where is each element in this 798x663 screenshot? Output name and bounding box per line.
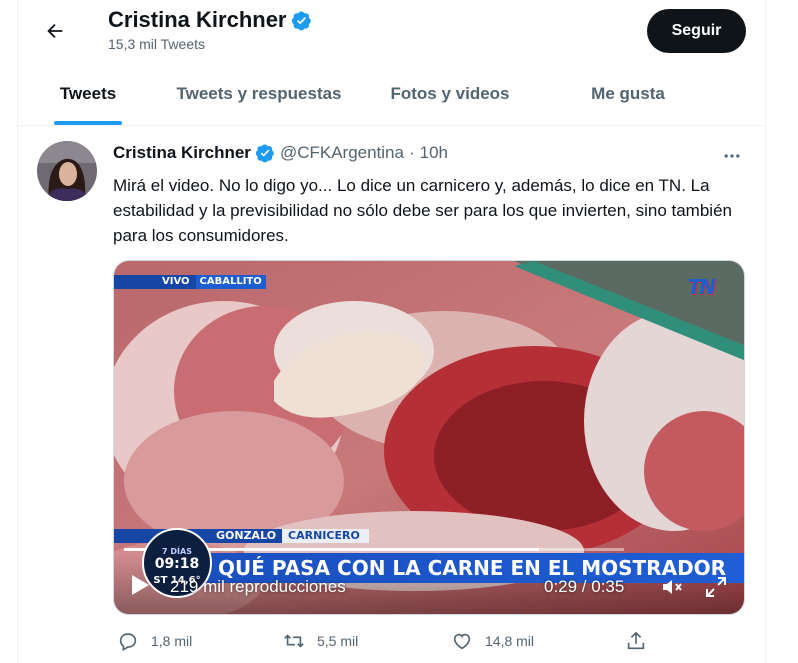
view-count: 219 mil reproducciones <box>170 577 346 596</box>
follow-button[interactable]: Seguir <box>647 9 746 53</box>
fullscreen-icon[interactable] <box>704 575 728 599</box>
channel-logo: TN <box>687 275 716 299</box>
location-label: CABALLITO <box>195 275 266 289</box>
tab-fotos-y-videos[interactable]: Fotos y videos <box>360 62 540 125</box>
profile-column: Cristina Kirchner 15,3 mil Tweets Seguir… <box>17 0 766 663</box>
share-button[interactable] <box>625 630 659 652</box>
profile-header: Cristina Kirchner 15,3 mil Tweets Seguir <box>18 0 765 62</box>
volume-muted-icon[interactable] <box>660 575 684 599</box>
reply-button[interactable]: 1,8 mil <box>117 630 192 652</box>
clock-time: 09:18 <box>154 555 200 572</box>
ellipsis-icon <box>724 154 740 158</box>
tab-label: Tweets y respuestas <box>176 83 342 103</box>
clock-channel: 7 DÍAS <box>162 546 192 556</box>
profile-name: Cristina Kirchner <box>108 7 312 33</box>
tab-label: Fotos y videos <box>390 83 510 103</box>
tab-label: Me gusta <box>591 83 665 103</box>
tweet-count: 15,3 mil Tweets <box>108 36 206 52</box>
tweet-time[interactable]: 10h <box>420 143 448 163</box>
tweet-actions: 1,8 mil 5,5 mil 14,8 mil <box>113 630 673 660</box>
retweet-icon <box>284 634 304 648</box>
author-handle[interactable]: @CFKArgentina <box>280 143 404 163</box>
like-count: 14,8 mil <box>485 633 535 649</box>
avatar[interactable] <box>37 141 97 201</box>
like-button[interactable]: 14,8 mil <box>451 630 534 652</box>
tweet-header: Cristina Kirchner @CFKArgentina · 10h <box>113 143 448 163</box>
dot-separator: · <box>408 143 415 162</box>
active-tab-indicator <box>54 121 122 125</box>
profile-title: Cristina Kirchner 15,3 mil Tweets <box>108 7 312 52</box>
tab-label: Tweets <box>59 83 117 103</box>
person-role: CARNICERO <box>282 529 369 543</box>
reply-count: 1,8 mil <box>151 633 193 649</box>
verified-badge-icon <box>291 11 311 30</box>
avatar-image <box>37 141 97 201</box>
live-label: VIVO <box>114 275 196 289</box>
verified-badge-icon <box>255 144 274 163</box>
reply-icon <box>119 633 137 652</box>
back-button[interactable] <box>38 14 72 48</box>
heart-icon <box>453 633 471 650</box>
tab-tweets-y-respuestas[interactable]: Tweets y respuestas <box>158 62 360 125</box>
tab-tweets[interactable]: Tweets <box>18 62 158 125</box>
tweet[interactable]: Cristina Kirchner @CFKArgentina · 10h Mi… <box>18 127 765 663</box>
video-time: 0:29 / 0:35 <box>544 577 625 596</box>
tab-me-gusta[interactable]: Me gusta <box>540 62 716 125</box>
more-options-button[interactable] <box>717 141 747 171</box>
video-player[interactable]: VIVO CABALLITO TN GONZALO CARNICERO QUÉ … <box>113 260 745 615</box>
arrow-left-icon <box>47 23 63 39</box>
author-name[interactable]: Cristina Kirchner <box>113 143 251 163</box>
profile-tabs: Tweets Tweets y respuestas Fotos y video… <box>18 62 765 126</box>
play-icon[interactable] <box>130 574 150 596</box>
retweet-count: 5,5 mil <box>317 633 359 649</box>
live-tag: VIVO CABALLITO <box>114 275 266 289</box>
tweet-text: Mirá el video. No lo digo yo... Lo dice … <box>113 176 732 245</box>
retweet-button[interactable]: 5,5 mil <box>283 630 358 652</box>
profile-name-text: Cristina Kirchner <box>108 7 287 32</box>
share-icon <box>627 631 645 650</box>
